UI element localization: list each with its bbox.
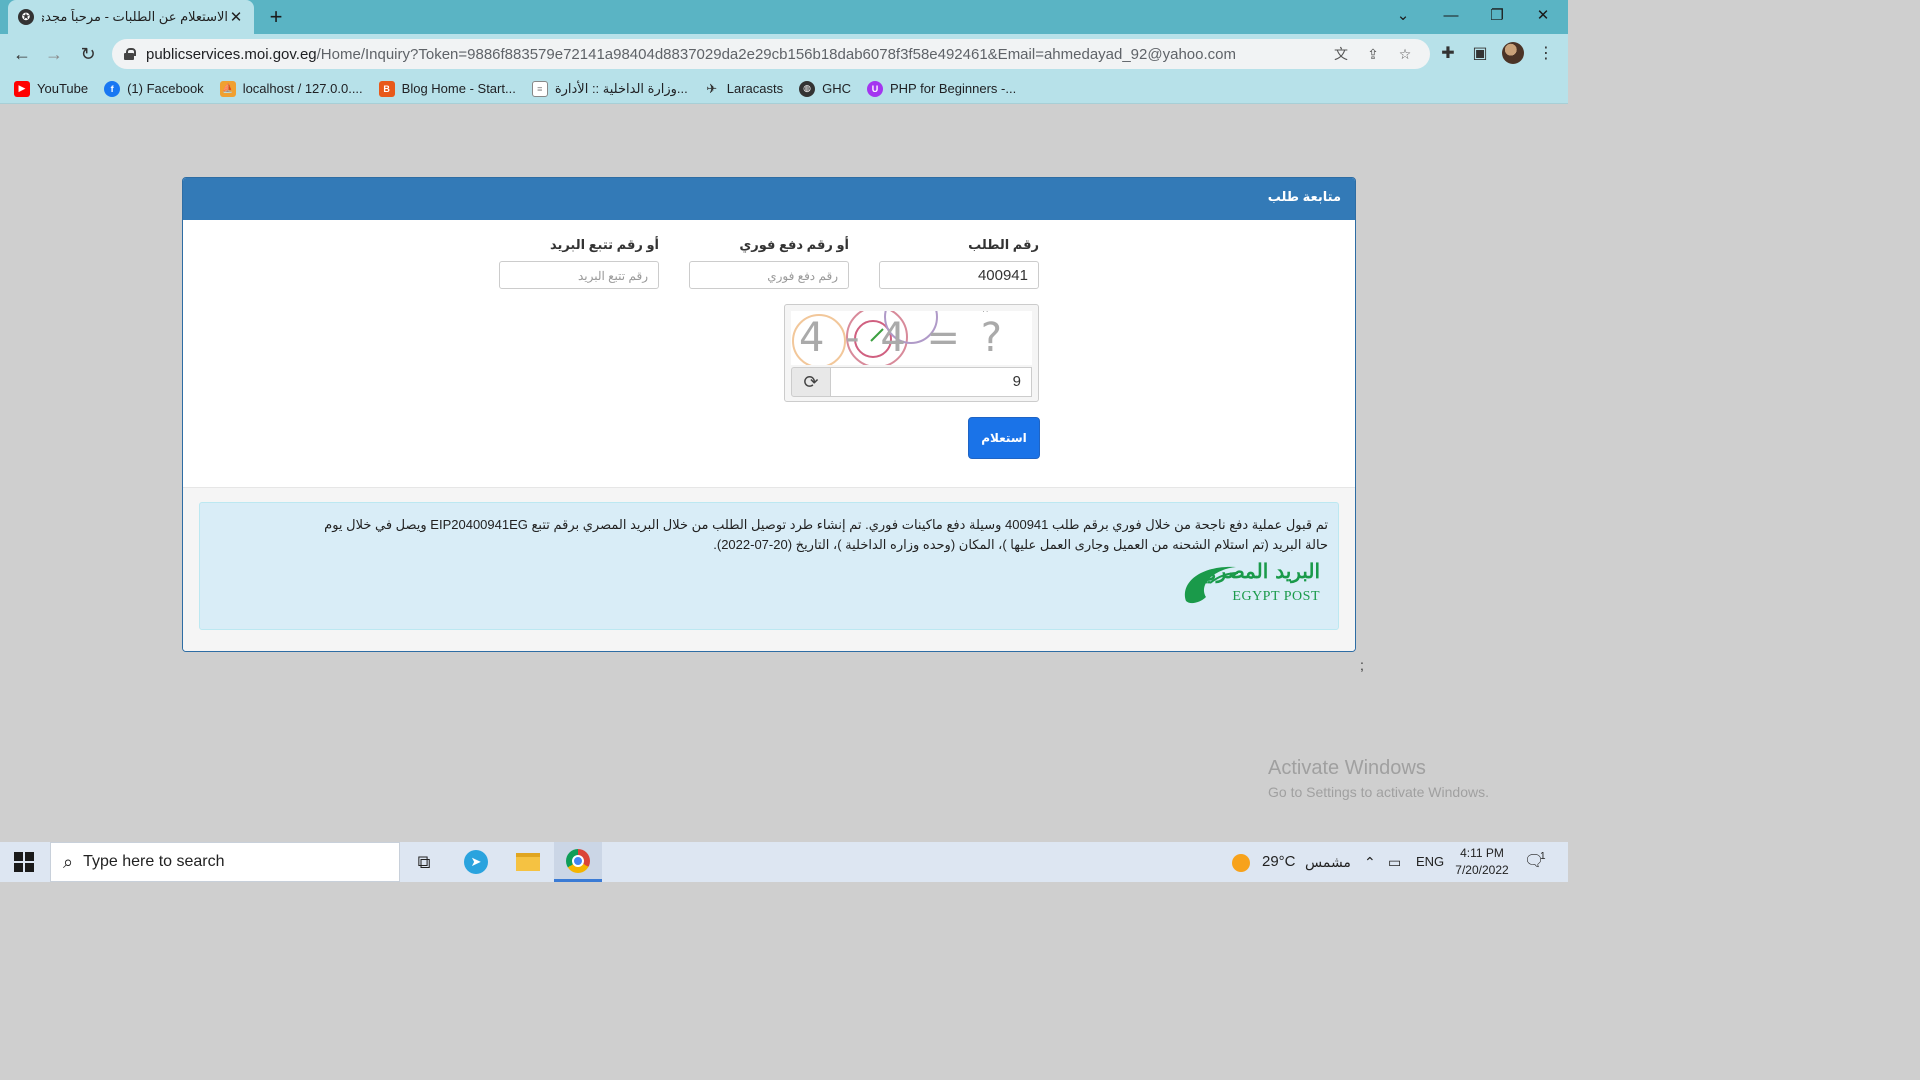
weather-sun-icon[interactable]	[1232, 842, 1250, 882]
egypt-post-logo: البريد المصري EGYPT POST	[1180, 561, 1320, 611]
file-explorer-icon[interactable]	[504, 842, 552, 882]
windows-taskbar: ⌕ Type here to search ⧉ ➤ 29°C مشمس ⌃ ▭ …	[0, 842, 1568, 882]
moi-logo-icon: ✪	[18, 9, 34, 25]
minimize-button[interactable]: —	[1428, 0, 1474, 34]
page-icon: ≡	[531, 80, 548, 97]
lock-icon[interactable]	[124, 48, 136, 60]
restore-button[interactable]: ❐	[1474, 0, 1520, 34]
battery-icon[interactable]: ▭	[1388, 842, 1401, 882]
phpmyadmin-icon: ⛵	[219, 80, 236, 97]
post-tracking-label: أو رقم تتبع البريد	[549, 237, 659, 252]
captcha-image: ^ 4 - 4 = ?	[791, 311, 1032, 365]
forward-arrow-icon[interactable]: →	[40, 40, 68, 68]
clock-date: 7/20/2022	[1455, 863, 1509, 877]
share-icon[interactable]: ⇪	[1360, 46, 1386, 63]
chrome-taskbar-icon[interactable]	[554, 842, 602, 882]
new-tab-button[interactable]: +	[264, 4, 288, 30]
window-close-button[interactable]: ✕	[1520, 0, 1566, 34]
egypt-post-arabic-text: البريد المصري	[1201, 559, 1320, 583]
back-arrow-icon[interactable]: ←	[8, 40, 36, 68]
address-bar[interactable]: publicservices.moi.gov.eg/Home/Inquiry?T…	[112, 39, 1430, 69]
globe-icon: ◍	[799, 80, 816, 97]
result-area: تم قبول عملية دفع ناجحة من خلال فوري برق…	[183, 488, 1355, 651]
startbootstrap-icon: B	[378, 80, 395, 97]
bookmarks-bar: ▶ YouTube f (1) Facebook ⛵ localhost / 127.…	[0, 74, 1568, 104]
bookmark-php-beginners[interactable]: U PHP for Beginners -...	[867, 80, 1016, 97]
profile-avatar[interactable]	[1502, 42, 1524, 64]
captcha-refresh-icon[interactable]: ⟳	[791, 367, 831, 397]
alert-status-text: حالة البريد (تم استلام الشحنه من العميل …	[713, 537, 1328, 552]
extensions-puzzle-icon[interactable]: ✚	[1434, 40, 1462, 68]
post-tracking-input[interactable]	[499, 261, 659, 289]
captcha-answer-input[interactable]: 9	[831, 367, 1032, 397]
captcha-box: ^ 4 - 4 = ? ⟳ 9	[784, 304, 1039, 402]
activate-windows-watermark: Activate Windows Go to Settings to activ…	[1268, 757, 1489, 800]
weather-description[interactable]: مشمس	[1305, 842, 1351, 882]
weather-temperature[interactable]: 29°C	[1262, 842, 1296, 882]
telegram-icon[interactable]: ➤	[452, 842, 500, 882]
fawry-number-label: أو رقم دفع فوري	[739, 237, 849, 252]
bookmark-facebook[interactable]: f (1) Facebook	[104, 80, 204, 97]
tray-chevron-up-icon[interactable]: ⌃	[1364, 842, 1376, 882]
activate-subtitle: Go to Settings to activate Windows.	[1268, 784, 1489, 800]
bookmark-star-icon[interactable]: ☆	[1392, 46, 1418, 63]
tab-title: الاستعلام عن الطلبات - مرحباً مجدى	[42, 9, 228, 24]
windows-start-icon[interactable]	[14, 852, 34, 872]
language-indicator[interactable]: ENG	[1416, 842, 1444, 882]
task-view-icon[interactable]: ⧉	[400, 842, 448, 882]
result-alert: تم قبول عملية دفع ناجحة من خلال فوري برق…	[199, 502, 1339, 630]
request-number-input[interactable]	[879, 261, 1039, 289]
request-number-label: رقم الطلب	[968, 237, 1039, 252]
chrome-menu-icon[interactable]: ⋮	[1532, 40, 1560, 68]
inquiry-panel: متابعة طلب رقم الطلب أو رقم دفع فوري أو …	[182, 177, 1356, 652]
translate-icon[interactable]: 文	[1328, 44, 1354, 64]
browser-toolbar: ← → ↻ publicservices.moi.gov.eg/Home/Inq…	[0, 34, 1568, 74]
clock-time: 4:11 PM	[1460, 846, 1504, 860]
bookmark-blog-home[interactable]: B Blog Home - Start...	[378, 80, 516, 97]
search-icon: ⌕	[63, 851, 74, 872]
side-panel-icon[interactable]: ▣	[1466, 40, 1494, 68]
reload-icon[interactable]: ↻	[74, 40, 102, 68]
bookmark-youtube[interactable]: ▶ YouTube	[14, 80, 88, 97]
udemy-icon: U	[867, 80, 883, 97]
url-text[interactable]: publicservices.moi.gov.eg/Home/Inquiry?T…	[146, 46, 1322, 63]
facebook-icon: f	[104, 80, 121, 97]
bookmark-moi[interactable]: ≡ وزارة الداخلية :: الأدارة...	[531, 80, 688, 97]
bookmark-localhost[interactable]: ⛵ localhost / 127.0.0....	[219, 80, 363, 97]
youtube-icon: ▶	[14, 80, 30, 97]
taskbar-search-placeholder: Type here to search	[83, 853, 225, 870]
panel-title: متابعة طلب	[183, 178, 1355, 220]
bookmark-laracasts[interactable]: ✈ Laracasts	[704, 81, 783, 97]
egypt-post-english-text: EGYPT POST	[1232, 589, 1320, 604]
browser-title-bar: ✪ الاستعلام عن الطلبات - مرحباً مجدى ✕ +…	[0, 0, 1568, 34]
stray-semicolon: ;	[1360, 657, 1364, 673]
taskbar-search-box[interactable]: ⌕ Type here to search	[50, 842, 400, 882]
captcha-equation: 4 - 4 = ?	[799, 315, 1006, 361]
tab-search-chevron-icon[interactable]: ⌄	[1380, 0, 1426, 34]
inquiry-submit-button[interactable]: استعلام	[968, 417, 1040, 459]
tab-close-icon[interactable]: ✕	[228, 8, 244, 26]
laracasts-icon: ✈	[706, 80, 718, 96]
activate-title: Activate Windows	[1268, 757, 1426, 779]
notification-count: 1	[1540, 851, 1546, 862]
fawry-number-input[interactable]	[689, 261, 849, 289]
bookmark-ghc[interactable]: ◍ GHC	[799, 80, 851, 97]
taskbar-clock[interactable]: 4:11 PM 7/20/2022	[1448, 845, 1516, 879]
browser-tab[interactable]: ✪ الاستعلام عن الطلبات - مرحباً مجدى ✕	[8, 0, 254, 34]
alert-payment-text: تم قبول عملية دفع ناجحة من خلال فوري برق…	[324, 517, 1328, 532]
